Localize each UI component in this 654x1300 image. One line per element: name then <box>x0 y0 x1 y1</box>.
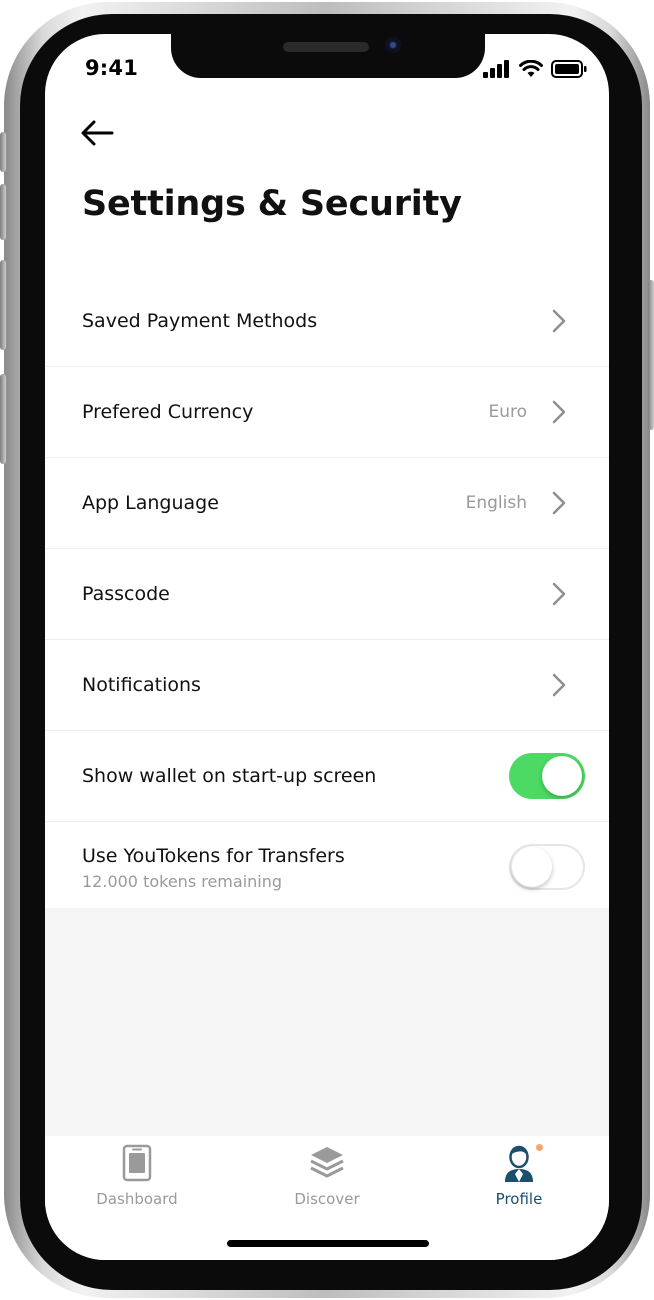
chevron-right-icon <box>552 582 566 606</box>
settings-item-label: Passcode <box>82 583 170 605</box>
toggle-knob <box>512 847 552 887</box>
tab-discover[interactable]: Discover <box>257 1144 397 1214</box>
app-screen: 9:41 Settings & Security Saved Payment M… <box>45 34 609 1260</box>
settings-list: Saved Payment Methods Prefered Currency … <box>45 276 609 912</box>
settings-item-label: Saved Payment Methods <box>82 310 318 332</box>
settings-item-label: Notifications <box>82 674 201 696</box>
currency-value: Euro <box>488 402 527 422</box>
use-youtokens-toggle[interactable] <box>509 844 585 890</box>
chevron-right-icon <box>552 491 566 515</box>
notch <box>171 34 485 78</box>
tokens-remaining-text: 12.000 tokens remaining <box>82 872 283 891</box>
language-value: English <box>465 493 527 513</box>
volume-down-button <box>0 260 6 350</box>
status-icons <box>483 60 587 78</box>
power-button <box>648 280 654 430</box>
signal-icon <box>483 60 509 78</box>
profile-icon <box>505 1145 533 1182</box>
chevron-right-icon <box>552 400 566 424</box>
volume-button <box>0 374 6 464</box>
back-arrow-icon[interactable] <box>79 118 115 148</box>
settings-item-app-language[interactable]: App Language English <box>45 458 609 549</box>
notification-dot <box>536 1144 543 1151</box>
settings-item-label: Use YouTokens for Transfers <box>82 845 345 867</box>
tab-label: Discover <box>294 1190 360 1208</box>
silent-switch <box>0 132 6 172</box>
page-title: Settings & Security <box>82 184 462 224</box>
dashboard-icon <box>122 1144 152 1182</box>
chevron-right-icon <box>552 673 566 697</box>
settings-item-show-wallet: Show wallet on start-up screen <box>45 731 609 822</box>
home-indicator <box>227 1240 429 1247</box>
tab-dashboard[interactable]: Dashboard <box>67 1144 207 1214</box>
layers-icon <box>310 1147 344 1178</box>
settings-item-saved-payment-methods[interactable]: Saved Payment Methods <box>45 276 609 367</box>
status-time: 9:41 <box>85 56 139 80</box>
front-camera <box>385 37 401 53</box>
settings-item-use-youtokens: Use YouTokens for Transfers 12.000 token… <box>45 822 609 912</box>
tab-profile[interactable]: Profile <box>449 1144 589 1214</box>
wifi-icon <box>519 60 543 77</box>
settings-item-notifications[interactable]: Notifications <box>45 640 609 731</box>
toggle-knob <box>542 756 582 796</box>
battery-icon <box>551 60 587 78</box>
chevron-right-icon <box>552 309 566 333</box>
tab-label: Dashboard <box>96 1190 178 1208</box>
settings-item-label: Prefered Currency <box>82 401 254 423</box>
empty-area <box>45 908 609 1136</box>
volume-up-button <box>0 184 6 240</box>
settings-item-label: App Language <box>82 492 219 514</box>
show-wallet-toggle[interactable] <box>509 753 585 799</box>
settings-item-preferred-currency[interactable]: Prefered Currency Euro <box>45 367 609 458</box>
speaker-grille <box>283 42 369 52</box>
tab-label: Profile <box>495 1190 543 1208</box>
settings-item-label: Show wallet on start-up screen <box>82 765 377 787</box>
settings-item-passcode[interactable]: Passcode <box>45 549 609 640</box>
